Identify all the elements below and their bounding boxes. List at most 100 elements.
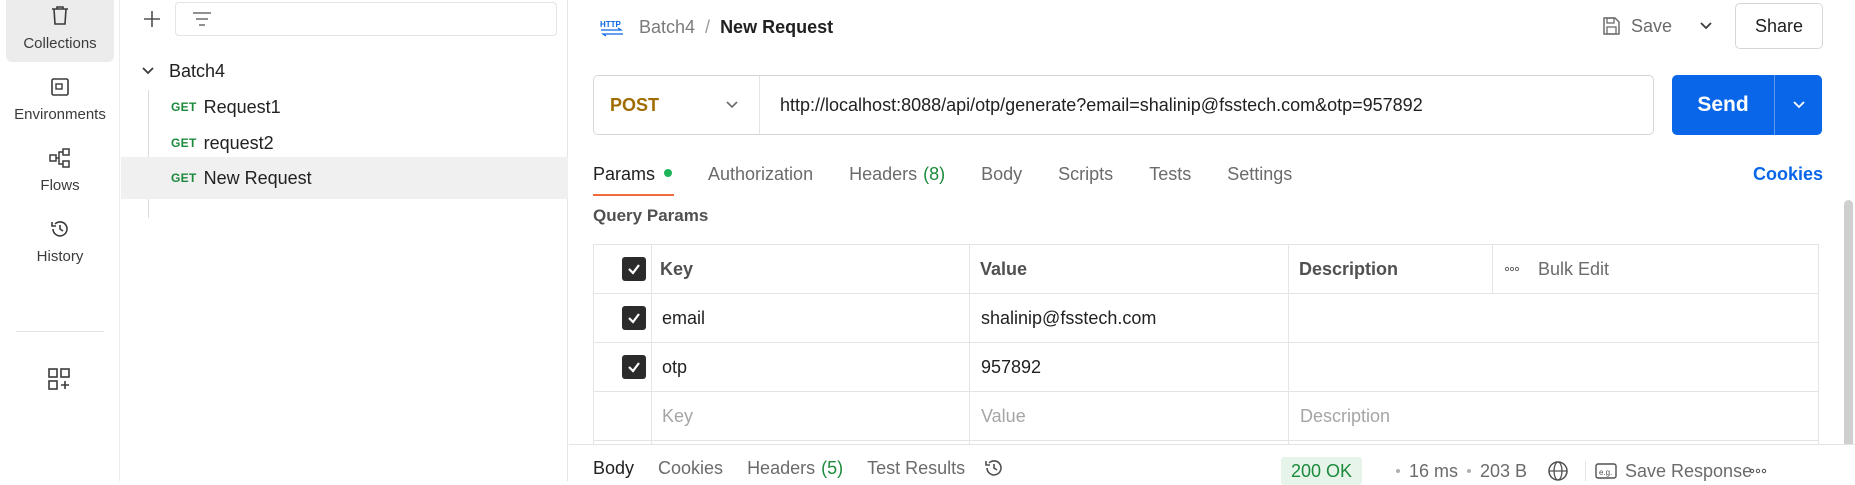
param-value[interactable]: 957892 <box>981 343 1041 391</box>
tab-body[interactable]: Body <box>981 152 1022 196</box>
rail-label-flows: Flows <box>40 177 80 194</box>
breadcrumb-parent[interactable]: Batch4 <box>639 17 695 38</box>
response-tab-body[interactable]: Body <box>593 454 634 482</box>
share-button[interactable]: Share <box>1735 3 1823 49</box>
filter-icon <box>193 12 211 26</box>
column-header-key: Key <box>660 258 694 279</box>
param-value[interactable]: shalinip@fsstech.com <box>981 294 1156 342</box>
cookies-link[interactable]: Cookies <box>1753 152 1823 196</box>
history-icon <box>51 221 68 237</box>
response-tab-cookies[interactable]: Cookies <box>658 454 723 482</box>
save-label: Save <box>1631 15 1673 36</box>
sidebar-filter-input[interactable] <box>175 2 557 36</box>
send-options-button[interactable] <box>1774 75 1822 135</box>
tab-params[interactable]: Params <box>593 152 675 196</box>
url-bar: POST http://localhost:8088/api/otp/gener… <box>593 75 1654 135</box>
tab-scripts[interactable]: Scripts <box>1058 152 1113 196</box>
table-row: email shalinip@fsstech.com <box>594 294 1818 343</box>
bulk-edit-button[interactable]: Bulk Edit <box>1538 245 1609 293</box>
value-placeholder[interactable]: Value <box>981 392 1026 440</box>
collections-sidebar: Batch4 GET Request1 GET request2 GET New… <box>121 0 568 481</box>
select-all-checkbox[interactable] <box>622 245 646 293</box>
svg-text:e.g.: e.g. <box>1599 468 1612 477</box>
response-history-button[interactable] <box>983 454 1005 482</box>
response-tabs: Body Cookies Headers (5) Test Results <box>593 445 1029 482</box>
tab-label: Authorization <box>708 163 814 184</box>
rail-item-history[interactable]: History <box>6 207 114 275</box>
save-icon <box>1603 17 1620 35</box>
request-row-selected[interactable]: GET New Request <box>121 157 568 199</box>
query-params-table: Key Value Description Bulk Edit email sh… <box>593 244 1819 445</box>
description-placeholder[interactable]: Description <box>1300 392 1390 440</box>
tab-label: Test Results <box>867 457 966 478</box>
rail-label-collections: Collections <box>23 35 97 52</box>
rail-item-flows[interactable]: Flows <box>6 136 114 204</box>
check-icon <box>628 264 640 275</box>
method-value: POST <box>610 94 660 115</box>
chevron-down-icon <box>1792 101 1805 109</box>
request-editor: HTTP Batch4 / New Request Save Share POS… <box>569 0 1855 485</box>
http-protocol-icon: HTTP <box>600 20 623 37</box>
response-tab-test-results[interactable]: Test Results <box>867 454 965 482</box>
tab-authorization[interactable]: Authorization <box>708 152 813 196</box>
row-checkbox[interactable] <box>622 294 646 342</box>
rail-label-environments: Environments <box>14 106 106 123</box>
row-checkbox[interactable] <box>622 343 646 391</box>
breadcrumb-current[interactable]: New Request <box>720 17 833 38</box>
table-row: otp 957892 <box>594 343 1818 392</box>
example-icon: e.g. <box>1595 463 1617 479</box>
vertical-scrollbar[interactable] <box>1844 200 1853 472</box>
request-tabs: Params Authorization Headers (8) Body Sc… <box>593 152 1328 196</box>
request-name: request2 <box>203 132 274 153</box>
request-name: New Request <box>203 167 312 188</box>
tab-count: (8) <box>923 163 946 184</box>
tab-tests[interactable]: Tests <box>1149 152 1191 196</box>
collection-name: Batch4 <box>169 60 226 81</box>
new-collection-button[interactable] <box>135 2 169 36</box>
globe-icon <box>1548 461 1568 481</box>
tab-label: Cookies <box>658 457 724 478</box>
icon-rail: Collections Environments Flows History <box>0 0 120 481</box>
tab-count: (5) <box>821 457 844 478</box>
environment-icon <box>51 78 69 96</box>
param-key[interactable]: otp <box>662 343 687 391</box>
flows-icon <box>49 148 70 168</box>
more-icon <box>1749 468 1767 474</box>
save-button[interactable]: Save <box>1601 8 1672 44</box>
tab-label: Body <box>593 457 635 478</box>
table-row-empty: Key Value Description <box>594 392 1818 441</box>
rail-divider <box>16 331 104 332</box>
query-params-title: Query Params <box>593 206 709 225</box>
method-tag: GET <box>171 171 197 185</box>
tab-label: Tests <box>1149 163 1192 184</box>
chevron-down-icon <box>726 101 738 109</box>
response-tab-headers[interactable]: Headers (5) <box>747 454 843 482</box>
rail-item-add-widget[interactable] <box>46 366 72 397</box>
history-icon <box>985 460 1002 476</box>
divider <box>1585 461 1586 481</box>
column-header-description: Description <box>1299 258 1399 279</box>
tab-settings[interactable]: Settings <box>1227 152 1292 196</box>
tab-label: Headers <box>849 163 918 184</box>
key-placeholder[interactable]: Key <box>662 392 693 440</box>
tab-label: Scripts <box>1058 163 1114 184</box>
tab-label: Settings <box>1227 163 1293 184</box>
tab-headers[interactable]: Headers (8) <box>849 152 945 196</box>
more-options-button[interactable] <box>1504 245 1520 293</box>
tab-label: Headers <box>747 457 816 478</box>
rail-item-collections[interactable]: Collections <box>6 0 114 62</box>
rail-label-history: History <box>36 248 84 265</box>
send-button[interactable]: Send <box>1672 75 1774 135</box>
trash-bin-icon <box>52 6 68 25</box>
rail-item-environments[interactable]: Environments <box>6 65 114 133</box>
method-tag: GET <box>171 100 197 114</box>
save-options-button[interactable] <box>1691 8 1721 44</box>
url-input[interactable]: http://localhost:8088/api/otp/generate?e… <box>760 95 1423 116</box>
breadcrumb: HTTP Batch4 / New Request <box>599 12 833 42</box>
method-select[interactable]: POST <box>594 76 760 134</box>
send-button-group: Send <box>1672 75 1822 135</box>
checkbox <box>622 306 646 330</box>
check-icon <box>628 313 640 324</box>
param-key[interactable]: email <box>662 294 705 342</box>
method-tag: GET <box>171 136 197 150</box>
